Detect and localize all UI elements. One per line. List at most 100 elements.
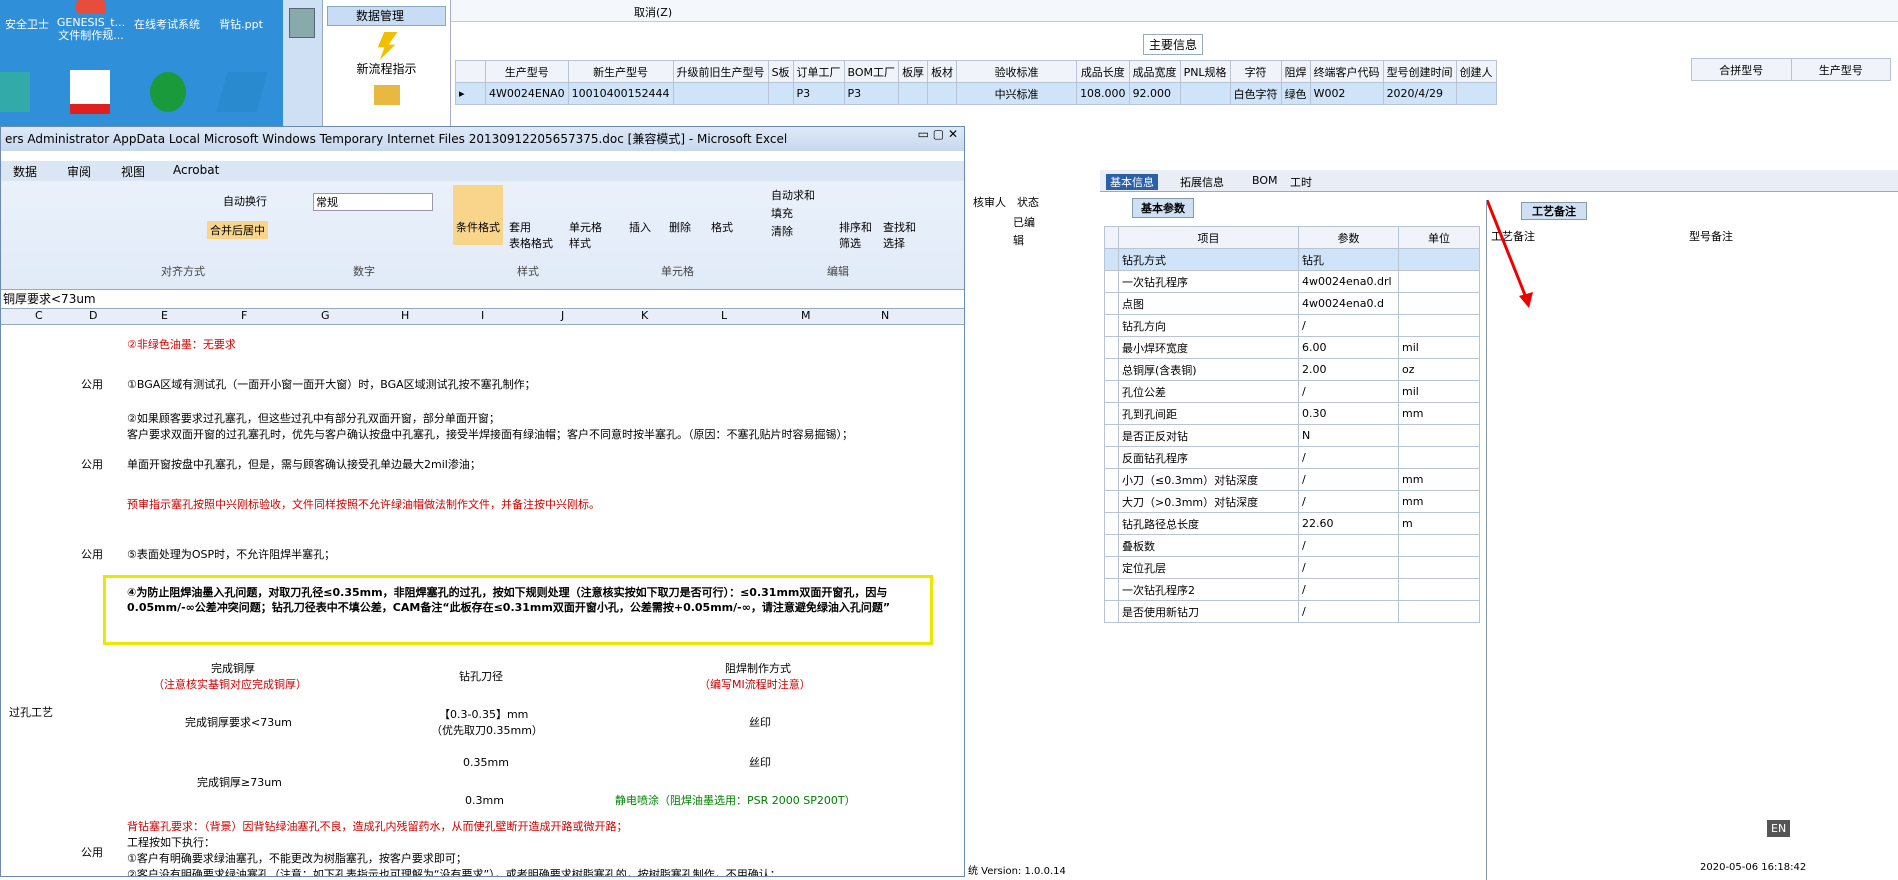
col-label[interactable]: N [881,309,889,322]
param-row[interactable]: 大刀（>0.3mm）对钻深度 / mm [1104,490,1480,513]
window-controls[interactable]: ▭ ▢ ✕ [918,127,958,141]
col-label[interactable]: H [401,309,409,322]
tab-bom[interactable]: BOM [1252,174,1278,187]
tab-hours[interactable]: 工时 [1290,174,1312,190]
tab-basic[interactable]: 基本信息 [1106,174,1158,190]
param-row[interactable]: 钻孔方式 钻孔 [1104,248,1480,271]
col-header[interactable]: 验收标准 [956,60,1078,83]
param-cell: 6.00 [1298,336,1399,359]
tab-review[interactable]: 审阅 [67,163,91,180]
desktop-icon-backdrill[interactable]: 背钻.ppt [200,0,282,31]
param-row[interactable]: 孔到孔间距 0.30 mm [1104,402,1480,425]
col-header[interactable]: 生产型号 [485,60,569,83]
param-row[interactable]: 最小焊环宽度 6.00 mil [1104,336,1480,359]
desktop-icon-exam[interactable]: 在线考试系统 [126,0,208,31]
col-header[interactable]: 创建人 [1455,60,1497,83]
cancel-button[interactable]: 取消(Z) [634,4,672,20]
find-select-button[interactable]: 查找和 选择 [883,219,916,251]
col-header[interactable]: 新生产型号 [567,60,674,83]
new-flow-item[interactable]: 新流程指示 [323,32,450,77]
col-label[interactable]: L [721,309,727,322]
col-header[interactable]: 字符 [1229,60,1282,83]
format-button[interactable]: 格式 [711,219,733,235]
col-label[interactable]: M [801,309,811,322]
col-header[interactable]: BOM工厂 [843,60,900,83]
app-icon[interactable] [150,72,186,112]
autosum-button[interactable]: 自动求和 [771,187,815,203]
language-indicator[interactable]: EN [1767,820,1791,837]
col-header[interactable]: 项目 [1118,226,1299,249]
param-row[interactable]: 一次钻孔程序2/ [1104,578,1480,601]
tab-acrobat[interactable]: Acrobat [173,163,219,177]
param-row[interactable]: 钻孔方向 / [1104,314,1480,337]
insert-button[interactable]: 插入 [629,219,651,235]
col-label[interactable]: G [321,309,330,322]
col-label[interactable]: D [89,309,97,322]
param-row[interactable]: 孔位公差 / mil [1104,380,1480,403]
col-header[interactable]: 板材 [927,60,958,83]
col-header[interactable]: 订单工厂 [792,60,845,83]
section-title: 主要信息 [1143,34,1204,55]
app-icon-2[interactable] [216,72,268,112]
param-cell: 大刀（>0.3mm）对钻深度 [1118,490,1299,513]
col-header[interactable]: 板厚 [898,60,929,83]
tab-basic-params[interactable]: 基本参数 [1132,198,1194,218]
param-row[interactable]: 一次钻孔程序 4w0024ena0.drl [1104,270,1480,293]
col-header[interactable]: 成品长度 [1076,60,1130,83]
col-header[interactable]: 型号创建时间 [1382,60,1457,83]
col-header[interactable]: 成品宽度 [1128,60,1181,83]
desktop-icon-genesis[interactable]: GENESIS_t... 文件制作规... [50,0,132,42]
tab-bar: 基本信息 拓展信息 BOM 工时 [1100,170,1898,192]
cell-style-button[interactable]: 单元格 样式 [569,219,602,251]
formula-bar[interactable]: 铜厚要求<73um [1,289,964,309]
col-header: 型号备注 [1689,230,1733,243]
folder-icon[interactable] [373,85,400,105]
table-row[interactable]: ▸ 4W0024ENA0 10010400152444 P3 P3 中兴标准 108.000… [455,82,1497,105]
col-header[interactable]: 参数 [1298,226,1399,249]
col-label[interactable]: C [35,309,43,322]
param-row[interactable]: 叠板数 / [1104,534,1480,557]
col-label[interactable]: E [161,309,168,322]
col-label[interactable]: I [481,309,484,322]
col-header[interactable]: PNL规格 [1179,60,1231,83]
cell-text: 完成铜厚要求<73um [185,716,292,729]
worksheet[interactable]: ②非绿色油墨：无要求 公用 ①BGA区域有测试孔（一面开小窗一面开大窗）时，BG… [1,325,964,876]
acrobat-icon[interactable] [70,70,110,114]
table-format-button[interactable]: 套用 表格格式 [509,219,553,251]
col-label[interactable]: J [561,309,564,322]
param-row[interactable]: 钻孔路径总长度 22.60 m [1104,512,1480,535]
col-header[interactable]: 核审人 [973,194,1006,210]
param-row[interactable]: 是否使用新钻刀 / [1104,600,1480,623]
param-row[interactable]: 点图 4w0024ena0.d [1104,292,1480,315]
sort-filter-button[interactable]: 排序和 筛选 [839,219,872,251]
fill-button[interactable]: 填充 [771,205,793,221]
param-row[interactable]: 定位孔层 / [1104,556,1480,579]
col-header[interactable]: 终端客户代码 [1309,60,1384,83]
col-header[interactable]: 状态 [1017,194,1039,210]
tab-view[interactable]: 视图 [121,163,145,180]
wrap-text-button[interactable]: 自动换行 [223,193,267,209]
col-header[interactable]: 单位 [1398,226,1480,249]
param-row[interactable]: 小刀（≤0.3mm）对钻深度 / mm [1104,468,1480,491]
number-format-select[interactable]: 常规 [313,193,433,211]
tab-extended[interactable]: 拓展信息 [1180,174,1224,190]
param-row[interactable]: 反面钻孔程序 / [1104,446,1480,469]
col-header[interactable]: 生产型号 [1790,58,1891,81]
param-row[interactable]: 总铜厚(含表铜) 2.00 oz [1104,358,1480,381]
col-header[interactable]: 升级前旧生产型号 [672,60,769,83]
gear-icon[interactable] [0,72,30,112]
cell-text: ②如果顾客要求过孔塞孔，但这些过孔中有部分孔双面开窗，部分单面开窗； [127,412,500,425]
col-header[interactable]: S板 [767,60,794,83]
calculator-icon[interactable] [289,8,315,38]
param-row[interactable]: 是否正反对钻 N [1104,424,1480,447]
conditional-format-button[interactable]: 条件格式 [453,185,503,245]
clear-button[interactable]: 清除 [771,223,793,239]
tab-data[interactable]: 数据 [13,163,37,180]
col-label[interactable]: F [241,309,247,322]
merge-center-button[interactable]: 合并后居中 [207,221,268,239]
delete-button[interactable]: 删除 [669,219,691,235]
col-header[interactable]: 阻焊 [1280,60,1311,83]
col-label[interactable]: K [641,309,648,322]
panel-title[interactable]: 数据管理 [327,6,446,26]
col-header[interactable]: 合拼型号 [1691,58,1792,81]
